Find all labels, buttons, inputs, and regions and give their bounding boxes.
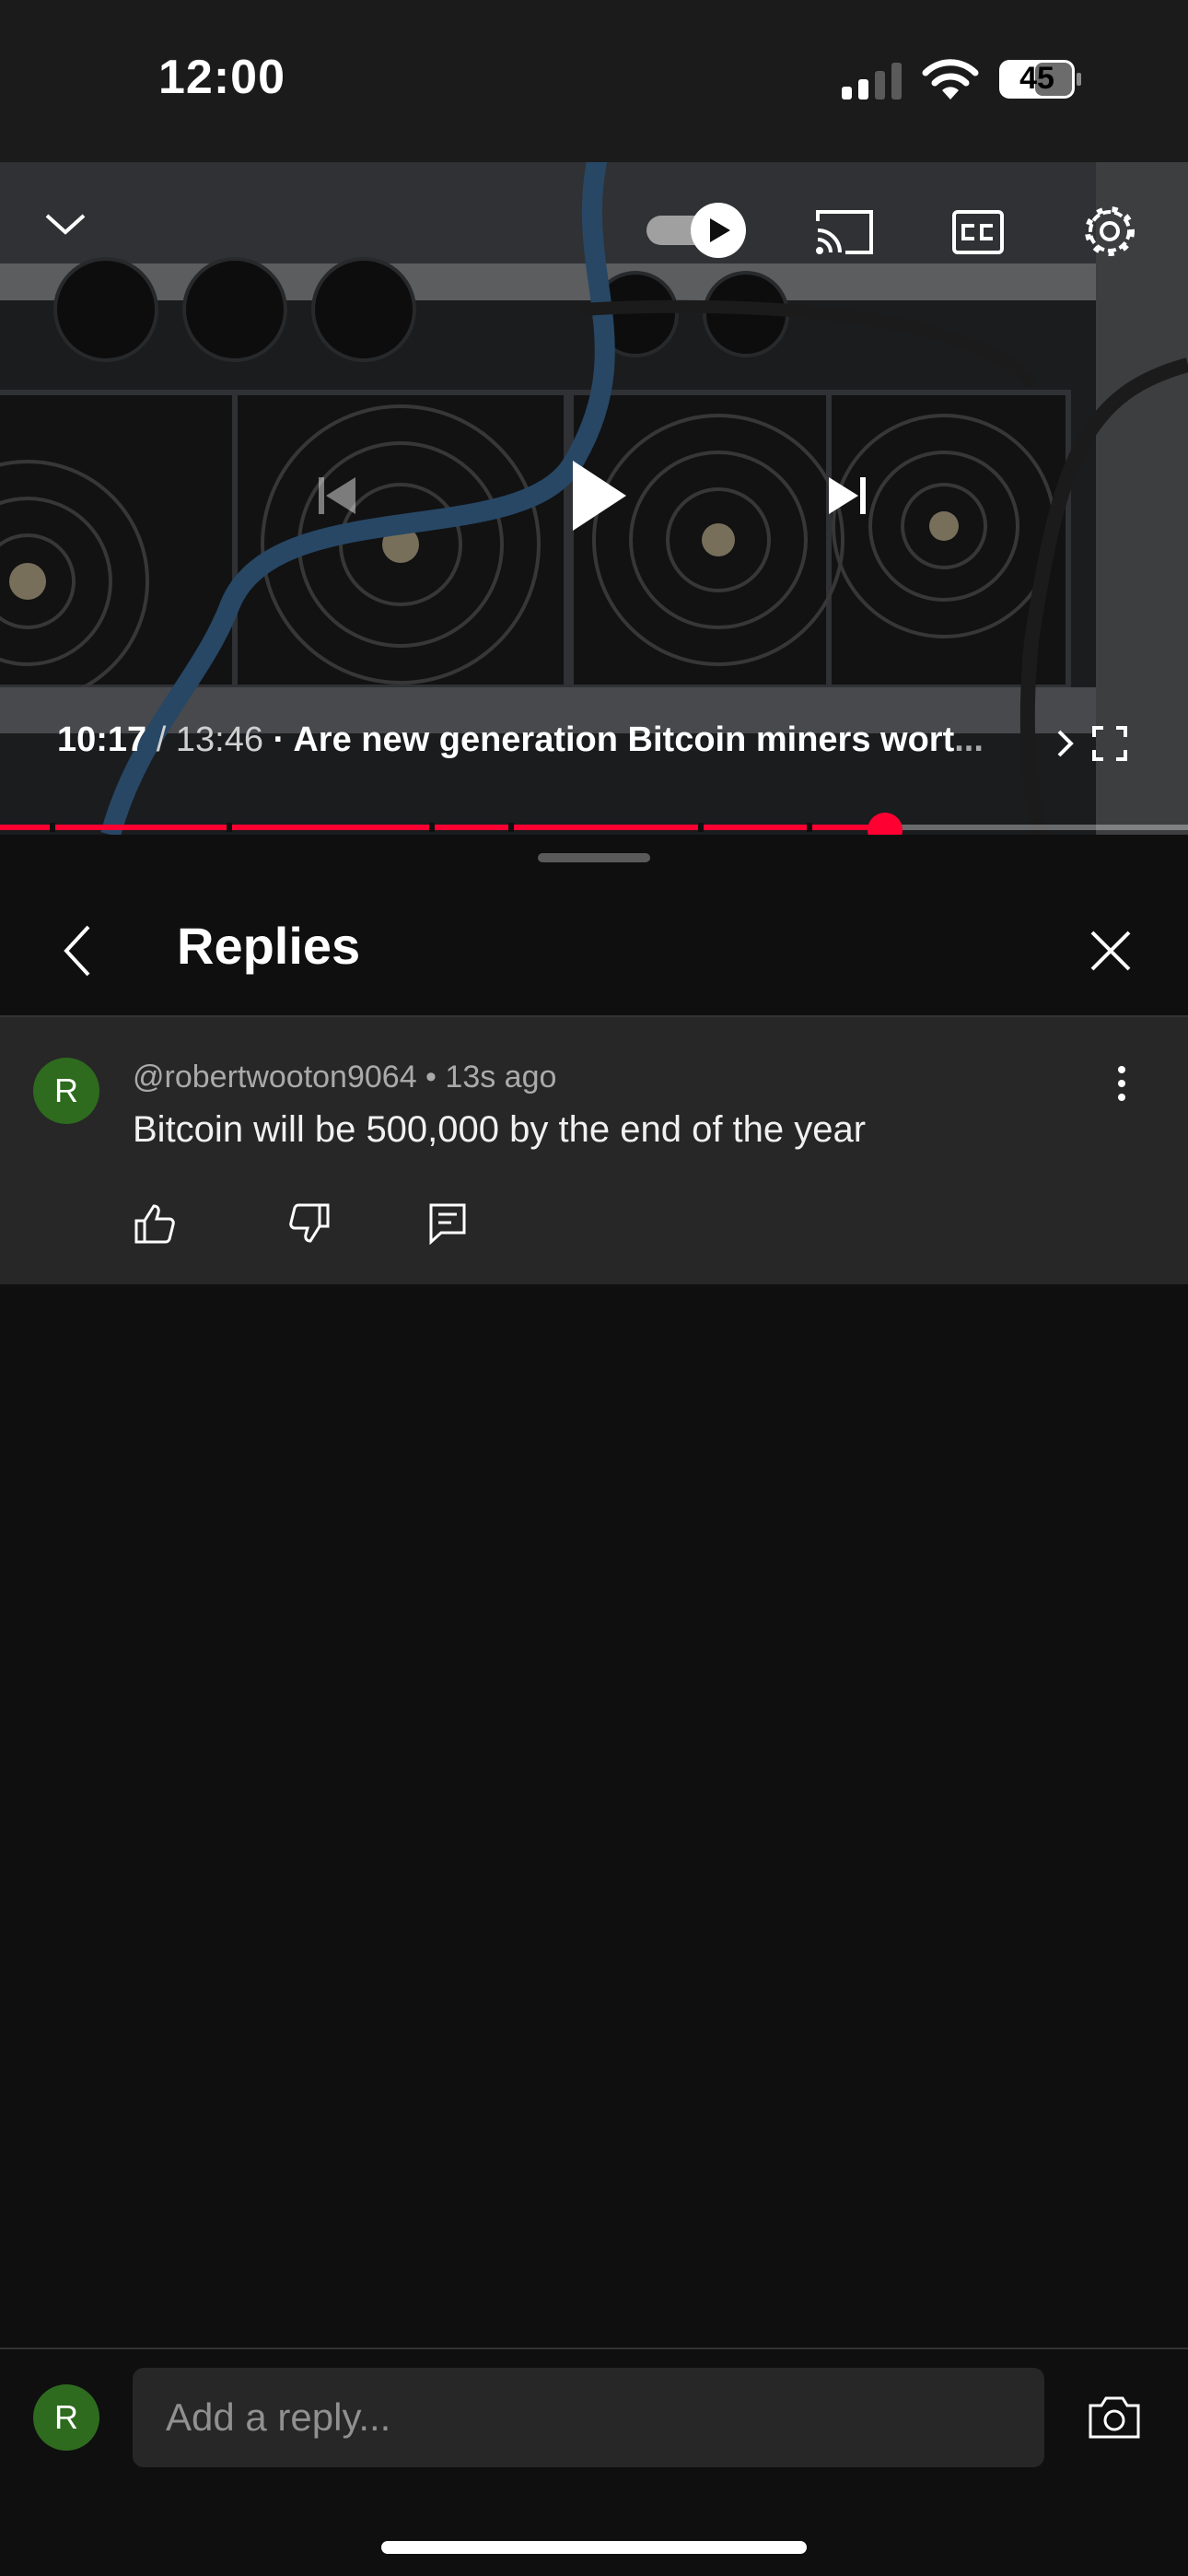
chapter-marker [698, 823, 704, 832]
status-bar: 12:00 45 [0, 0, 1188, 162]
chapter-marker [429, 823, 435, 832]
next-icon[interactable] [827, 475, 868, 521]
bottom-divider [0, 2348, 1188, 2349]
title-ellipsis: ... [954, 720, 984, 759]
cast-icon[interactable] [814, 208, 875, 261]
close-icon[interactable] [1083, 923, 1138, 978]
user-avatar: R [33, 2384, 99, 2451]
info-dot: · [262, 720, 294, 759]
signal-icon [842, 63, 902, 100]
comment-item: R @robertwooton9064 • 13s ago Bitcoin wi… [0, 1017, 1188, 1284]
chapter-chevron-icon[interactable] [1055, 728, 1076, 764]
battery-icon: 45 [998, 59, 1083, 100]
captions-icon[interactable] [952, 210, 1004, 259]
time-separator: / [146, 720, 176, 759]
replies-sheet: Replies R @robertwooton9064 • 13s ago Bi… [0, 835, 1188, 2576]
more-options-icon[interactable] [1101, 1054, 1142, 1113]
settings-icon[interactable] [1081, 203, 1138, 264]
chapter-marker [50, 823, 55, 832]
battery-level: 45 [1019, 61, 1054, 96]
fullscreen-icon[interactable] [1092, 726, 1127, 766]
duration: 13:46 [175, 720, 263, 759]
drag-handle[interactable] [538, 853, 650, 862]
previous-icon[interactable] [317, 475, 357, 521]
comment-meta: @robertwooton9064 • 13s ago [133, 1060, 556, 1095]
like-icon[interactable] [129, 1198, 181, 1249]
chapter-marker [807, 823, 812, 832]
avatar[interactable]: R [33, 1058, 99, 1124]
autoplay-toggle-icon[interactable] [645, 203, 748, 263]
sheet-title: Replies [177, 917, 361, 975]
home-indicator [381, 2541, 807, 2554]
reply-input[interactable] [133, 2368, 1044, 2467]
current-time: 10:17 [57, 720, 147, 759]
chapter-marker [508, 823, 514, 832]
progress-fill [0, 825, 886, 830]
comment-author[interactable]: @robertwooton9064 [133, 1060, 417, 1095]
dislike-icon[interactable] [284, 1198, 335, 1249]
play-icon[interactable] [571, 459, 628, 537]
status-time: 12:00 [158, 51, 285, 104]
comment-time: 13s ago [445, 1060, 557, 1095]
back-icon[interactable] [50, 919, 105, 982]
video-info: 10:17 / 13:46 · Are new generation Bitco… [57, 720, 984, 760]
reply-icon[interactable] [422, 1198, 473, 1249]
chapter-marker [227, 823, 232, 832]
camera-icon[interactable] [1083, 2388, 1146, 2447]
meta-dot: • [416, 1060, 446, 1095]
video-player[interactable]: 10:17 / 13:46 · Are new generation Bitco… [0, 162, 1188, 835]
wifi-icon [922, 59, 979, 100]
collapse-chevron-icon[interactable] [42, 210, 88, 242]
video-title[interactable]: Are new generation Bitcoin miners wort [293, 720, 954, 759]
comment-text: Bitcoin will be 500,000 by the end of th… [133, 1109, 867, 1150]
